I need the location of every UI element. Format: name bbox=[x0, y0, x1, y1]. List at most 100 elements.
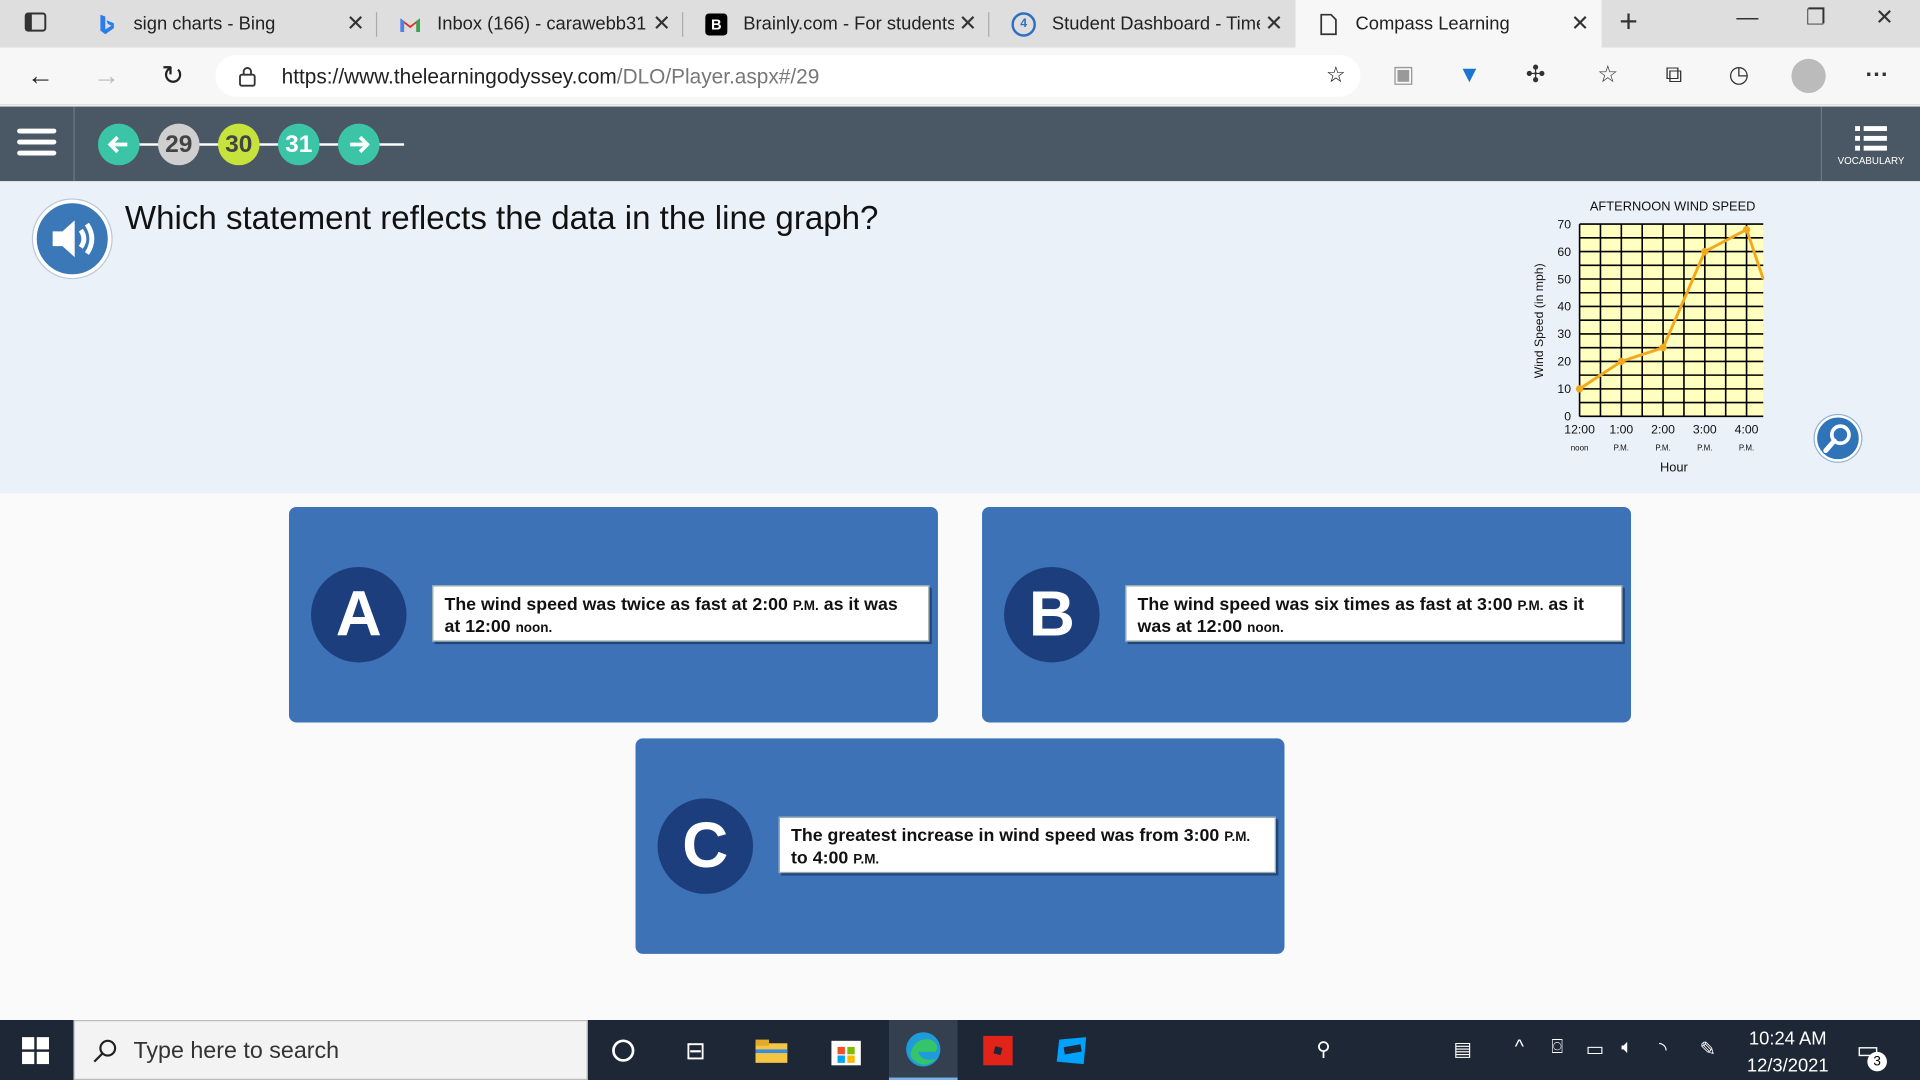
question-text: Which statement reflects the data in the… bbox=[124, 199, 879, 237]
search-placeholder: Type here to search bbox=[133, 1038, 340, 1065]
lock-icon bbox=[239, 67, 256, 87]
x-tick-label: 4:00 bbox=[1735, 422, 1759, 436]
minimize-icon[interactable]: — bbox=[1729, 5, 1766, 31]
extensions-puzzle-icon[interactable]: ✣ bbox=[1521, 61, 1550, 90]
tab-student-dashboard[interactable]: 4 Student Dashboard - Time ✕ bbox=[989, 0, 1295, 48]
roblox-icon[interactable] bbox=[975, 1027, 1022, 1074]
x-tick-label: 2:00 bbox=[1651, 422, 1675, 436]
x-tick-sublabel: P.M. bbox=[1655, 444, 1670, 453]
answer-b-card[interactable]: B The wind speed was six times as fast a… bbox=[982, 506, 1632, 723]
clock[interactable]: 10:24 AM 12/3/2021 bbox=[1739, 1026, 1837, 1080]
x-tick-label: 12:00 bbox=[1564, 422, 1595, 436]
browser-tab-strip: sign charts - Bing ✕ Inbox (166) - caraw… bbox=[0, 0, 1920, 48]
extension-trophy-icon[interactable]: ▼ bbox=[1455, 61, 1484, 90]
restore-icon[interactable]: ❐ bbox=[1798, 5, 1835, 31]
x-tick-sublabel: noon bbox=[1571, 444, 1589, 453]
tab-bing[interactable]: sign charts - Bing ✕ bbox=[73, 0, 378, 48]
question-29-button[interactable]: 29 bbox=[157, 123, 200, 166]
answer-letter: B bbox=[1004, 566, 1100, 663]
answer-c-card[interactable]: C The greatest increase in wind speed wa… bbox=[635, 738, 1285, 954]
collections-icon[interactable]: ⧉ bbox=[1659, 61, 1688, 90]
pen-icon[interactable]: ✎ bbox=[1700, 1037, 1716, 1061]
x-tick-label: 3:00 bbox=[1693, 422, 1717, 436]
file-explorer-icon[interactable] bbox=[748, 1027, 795, 1074]
close-tab-icon[interactable]: ✕ bbox=[1571, 11, 1589, 37]
refresh-icon[interactable]: ↻ bbox=[154, 58, 191, 95]
prev-question-button[interactable] bbox=[97, 123, 140, 166]
windows-start-icon[interactable] bbox=[21, 1036, 50, 1065]
y-tick-label: 60 bbox=[1557, 245, 1571, 259]
speaker-icon bbox=[52, 220, 95, 258]
notification-count-badge: 3 bbox=[1867, 1051, 1887, 1072]
bing-icon bbox=[96, 13, 118, 35]
url-field[interactable]: https://www.thelearningodyssey.com/DLO/P… bbox=[215, 55, 1361, 97]
y-tick-label: 50 bbox=[1557, 272, 1571, 286]
x-tick-sublabel: P.M. bbox=[1697, 444, 1712, 453]
y-tick-label: 10 bbox=[1557, 382, 1571, 396]
page-icon bbox=[1318, 13, 1340, 35]
answer-text: The wind speed was six times as fast at … bbox=[1125, 585, 1623, 642]
chart-title: AFTERNOON WIND SPEED bbox=[1590, 199, 1756, 214]
tab-actions-icon[interactable] bbox=[21, 10, 50, 39]
audio-speaker-button[interactable] bbox=[33, 199, 112, 278]
roblox-studio-icon[interactable] bbox=[1049, 1027, 1096, 1074]
history-icon[interactable]: ◷ bbox=[1724, 61, 1753, 90]
x-axis-label: Hour bbox=[1660, 459, 1689, 474]
address-bar-row: ← → ↻ https://www.thelearningodyssey.com… bbox=[0, 47, 1920, 106]
tab-title: sign charts - Bing bbox=[133, 13, 276, 35]
new-tab-icon[interactable]: + bbox=[1610, 2, 1647, 40]
cortana-icon[interactable] bbox=[600, 1027, 647, 1074]
search-icon bbox=[93, 1039, 117, 1063]
battery-icon[interactable]: ▭ bbox=[1586, 1037, 1605, 1061]
y-tick-label: 30 bbox=[1557, 327, 1571, 341]
zoom-button[interactable] bbox=[1814, 415, 1862, 462]
show-hidden-icons-chevron[interactable]: ^ bbox=[1515, 1037, 1524, 1059]
wifi-icon[interactable]: ◝ bbox=[1659, 1037, 1667, 1061]
x-tick-sublabel: P.M. bbox=[1614, 444, 1629, 453]
tab-compass-learning[interactable]: Compass Learning ✕ bbox=[1295, 0, 1602, 48]
volume-icon[interactable]: 🔈︎ bbox=[1621, 1037, 1633, 1059]
data-point bbox=[1701, 247, 1709, 256]
magnifier-icon bbox=[1823, 424, 1851, 454]
y-tick-label: 70 bbox=[1557, 217, 1571, 231]
answer-a-card[interactable]: A The wind speed was twice as fast at 2:… bbox=[288, 506, 938, 723]
tab-title: Student Dashboard - Time bbox=[1051, 13, 1260, 35]
close-tab-icon[interactable]: ✕ bbox=[346, 11, 364, 37]
forward-icon[interactable]: → bbox=[88, 58, 125, 95]
tab-title: Inbox (166) - carawebb31 bbox=[437, 13, 646, 35]
meet-now-icon[interactable]: ⌼ bbox=[1551, 1037, 1563, 1059]
profile-avatar[interactable] bbox=[1791, 58, 1826, 94]
x-tick-sublabel: P.M. bbox=[1739, 444, 1754, 453]
menu-icon[interactable] bbox=[17, 128, 57, 161]
tab-brainly[interactable]: B Brainly.com - For students ✕ bbox=[683, 0, 990, 48]
microsoft-store-icon[interactable] bbox=[823, 1027, 870, 1074]
people-icon[interactable]: ⚲ bbox=[1316, 1037, 1330, 1061]
next-question-button[interactable] bbox=[337, 123, 380, 166]
question-31-button[interactable]: 31 bbox=[277, 123, 320, 166]
vocabulary-button[interactable]: VOCABULARY bbox=[1820, 106, 1920, 182]
answer-letter: A bbox=[311, 566, 407, 663]
question-30-button[interactable]: 30 bbox=[217, 123, 260, 166]
task-view-icon[interactable]: ⊟ bbox=[672, 1027, 719, 1074]
data-point bbox=[1617, 357, 1626, 366]
news-widget-icon[interactable]: ▤ bbox=[1453, 1037, 1472, 1061]
more-menu-icon[interactable]: ··· bbox=[1862, 61, 1891, 90]
brainly-icon: B bbox=[705, 12, 728, 35]
y-tick-label: 40 bbox=[1557, 300, 1571, 314]
edge-browser-icon[interactable] bbox=[888, 1020, 958, 1080]
close-tab-icon[interactable]: ✕ bbox=[653, 11, 671, 37]
back-icon[interactable]: ← bbox=[22, 58, 59, 95]
collections-extension-icon[interactable]: ▣ bbox=[1389, 61, 1418, 90]
close-tab-icon[interactable]: ✕ bbox=[1265, 11, 1283, 37]
tab-title: Brainly.com - For students bbox=[743, 13, 954, 35]
data-point bbox=[1659, 343, 1667, 352]
add-favorite-icon[interactable]: ☆ bbox=[1326, 62, 1346, 88]
close-window-icon[interactable]: ✕ bbox=[1866, 5, 1903, 31]
taskbar-search-box[interactable]: Type here to search bbox=[73, 1020, 588, 1080]
close-tab-icon[interactable]: ✕ bbox=[959, 11, 977, 37]
tab-gmail[interactable]: Inbox (166) - carawebb31 ✕ bbox=[377, 0, 684, 48]
answer-text: The greatest increase in wind speed was … bbox=[778, 816, 1276, 874]
windows-taskbar: Type here to search ⊟ ⚲ ▤ ^ ⌼ ▭ 🔈︎ ◝ ✎ 1… bbox=[0, 1020, 1920, 1080]
data-point bbox=[1575, 385, 1584, 393]
favorites-icon[interactable]: ☆ bbox=[1593, 61, 1622, 90]
